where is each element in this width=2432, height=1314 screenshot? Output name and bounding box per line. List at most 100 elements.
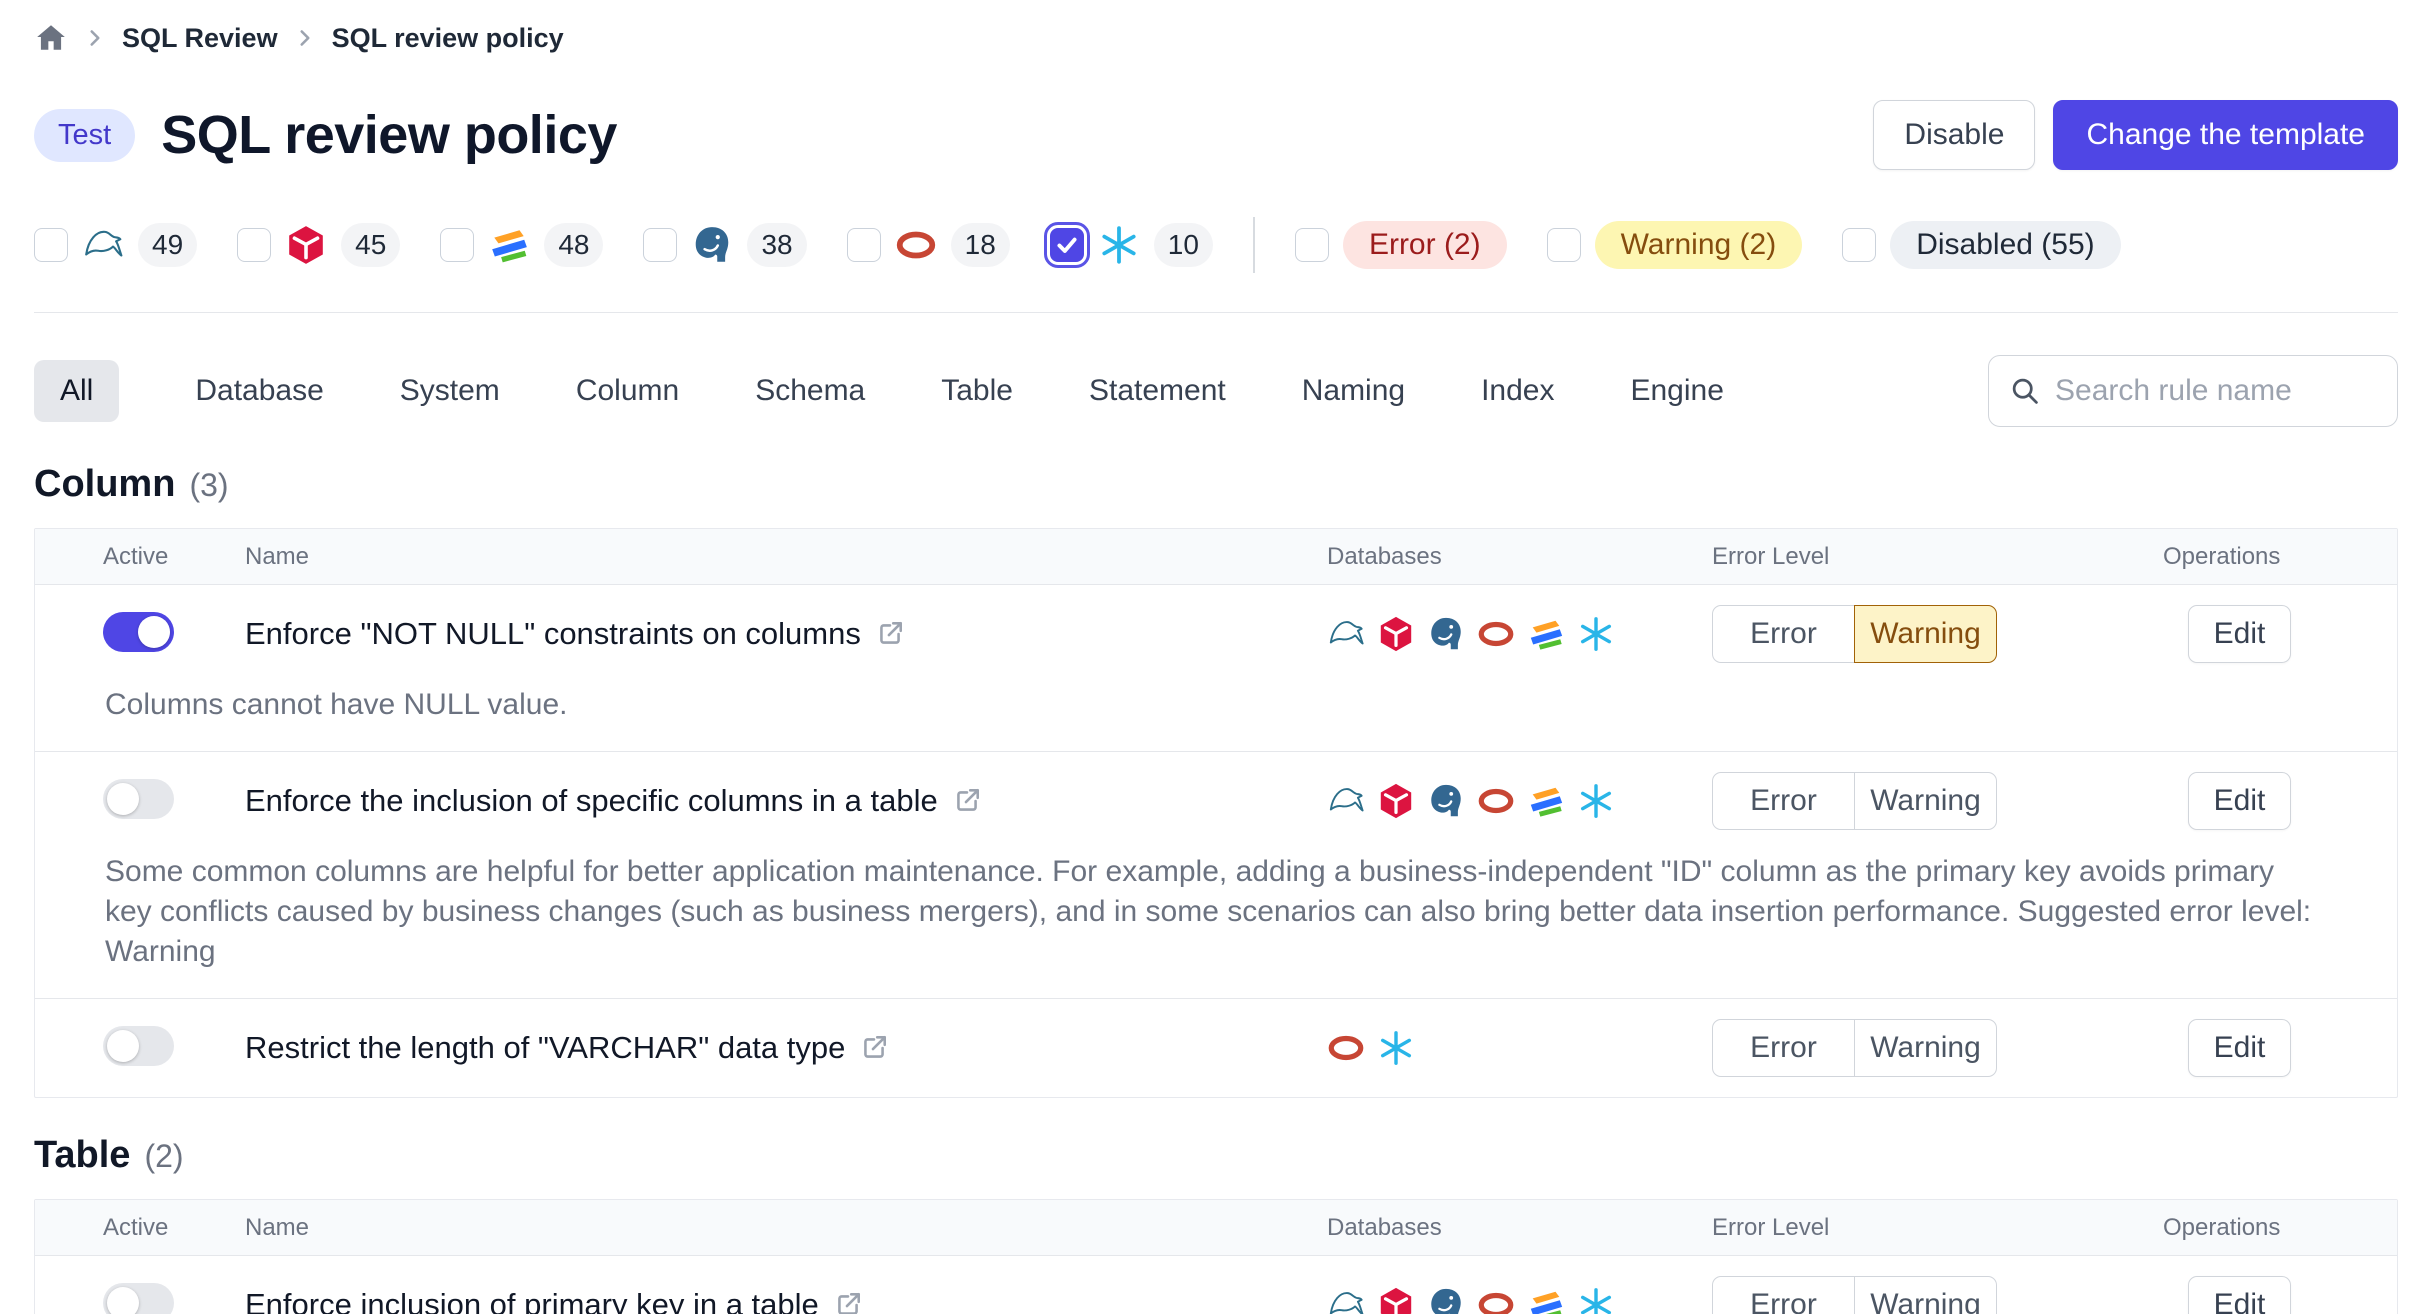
rule-active-toggle[interactable]: [103, 779, 174, 819]
tab-engine[interactable]: Engine: [1630, 360, 1723, 422]
rule-name-link[interactable]: Restrict the length of "VARCHAR" data ty…: [245, 1030, 1327, 1066]
engine-filter-tidb: 45: [237, 223, 400, 267]
snowflake-icon: [1577, 782, 1615, 820]
search-icon: [2009, 375, 2041, 407]
edit-button[interactable]: Edit: [2188, 605, 2291, 663]
postgresql-icon: [1427, 1286, 1465, 1314]
error-level-warning-button[interactable]: Warning: [1854, 1019, 1997, 1077]
mysql-checkbox[interactable]: [34, 228, 68, 262]
engine-filter-oracle: 18: [847, 223, 1010, 267]
table-row: Enforce inclusion of primary key in a ta…: [35, 1256, 2397, 1314]
breadcrumb-current-page: SQL review policy: [332, 23, 564, 54]
edit-button[interactable]: Edit: [2188, 1019, 2291, 1077]
level-filter-disabled: Disabled (55): [1842, 221, 2120, 269]
disabled-checkbox[interactable]: [1842, 228, 1876, 262]
tidb-icon: [1377, 615, 1415, 653]
snowflake-count-badge: 10: [1154, 223, 1213, 267]
oceanbase-checkbox[interactable]: [440, 228, 474, 262]
tab-database[interactable]: Database: [195, 360, 323, 422]
oceanbase-icon: [488, 224, 530, 266]
error-checkbox[interactable]: [1295, 228, 1329, 262]
category-tabs: All Database System Column Schema Table …: [34, 360, 1724, 422]
snowflake-icon: [1377, 1029, 1415, 1067]
snowflake-icon: [1577, 1286, 1615, 1314]
error-level-warning-button[interactable]: Warning: [1854, 605, 1997, 663]
tab-system[interactable]: System: [400, 360, 500, 422]
tab-index[interactable]: Index: [1481, 360, 1554, 422]
external-link-icon[interactable]: [833, 1290, 863, 1314]
section-title: Table: [34, 1134, 130, 1177]
error-level-segmented: Error Warning: [1712, 605, 2163, 663]
engine-filter-snowflake: 10: [1050, 223, 1213, 267]
tab-statement[interactable]: Statement: [1089, 360, 1226, 422]
external-link-icon[interactable]: [952, 786, 982, 816]
tab-table[interactable]: Table: [941, 360, 1013, 422]
table-row: Enforce the inclusion of specific column…: [35, 751, 2397, 998]
page-header: Test SQL review policy Disable Change th…: [34, 100, 2398, 170]
external-link-icon[interactable]: [859, 1033, 889, 1063]
section-head-column: Column (3): [34, 463, 2398, 506]
tidb-checkbox[interactable]: [237, 228, 271, 262]
error-level-segmented: Error Warning: [1712, 1276, 2163, 1314]
edit-button[interactable]: Edit: [2188, 772, 2291, 830]
error-level-warning-button[interactable]: Warning: [1854, 1276, 1997, 1314]
col-header-error-level: Error Level: [1712, 1214, 2163, 1242]
rule-active-toggle[interactable]: [103, 612, 174, 652]
rule-name-link[interactable]: Enforce the inclusion of specific column…: [245, 783, 1327, 819]
chevron-right-icon: [292, 25, 318, 51]
error-level-error-button[interactable]: Error: [1712, 1276, 1855, 1314]
error-count-badge: Error (2): [1343, 221, 1507, 269]
rule-active-toggle[interactable]: [103, 1283, 174, 1314]
tabs-row: All Database System Column Schema Table …: [34, 355, 2398, 427]
tab-all[interactable]: All: [34, 360, 119, 422]
tidb-icon: [1377, 782, 1415, 820]
mysql-icon: [1327, 615, 1365, 653]
oracle-icon: [1477, 782, 1515, 820]
change-template-button[interactable]: Change the template: [2053, 100, 2398, 170]
snowflake-checkbox[interactable]: [1050, 228, 1084, 262]
filter-divider: [1253, 217, 1255, 273]
rule-active-toggle[interactable]: [103, 1026, 174, 1066]
edit-button[interactable]: Edit: [2188, 1276, 2291, 1314]
table-header-row: Active Name Databases Error Level Operat…: [35, 1200, 2397, 1256]
mysql-icon: [82, 224, 124, 266]
error-level-warning-button[interactable]: Warning: [1854, 772, 1997, 830]
rule-databases: [1327, 1029, 1712, 1067]
breadcrumb-sql-review[interactable]: SQL Review: [122, 23, 278, 54]
error-level-error-button[interactable]: Error: [1712, 605, 1855, 663]
rule-name-link[interactable]: Enforce "NOT NULL" constraints on column…: [245, 616, 1327, 652]
tab-schema[interactable]: Schema: [755, 360, 865, 422]
oracle-checkbox[interactable]: [847, 228, 881, 262]
warning-checkbox[interactable]: [1547, 228, 1581, 262]
oceanbase-icon: [1527, 615, 1565, 653]
chevron-right-icon: [82, 25, 108, 51]
table-rules-table: Active Name Databases Error Level Operat…: [34, 1199, 2398, 1314]
col-header-operations: Operations: [2163, 543, 2397, 571]
search-box: [1988, 355, 2398, 427]
search-input[interactable]: [2055, 374, 2377, 408]
col-header-active: Active: [35, 543, 245, 571]
home-icon[interactable]: [34, 21, 68, 55]
table-header-row: Active Name Databases Error Level Operat…: [35, 529, 2397, 585]
rule-name-link[interactable]: Enforce inclusion of primary key in a ta…: [245, 1287, 1327, 1314]
engine-filter-mysql: 49: [34, 223, 197, 267]
tab-naming[interactable]: Naming: [1302, 360, 1405, 422]
section-divider: [34, 312, 2398, 313]
external-link-icon[interactable]: [875, 619, 905, 649]
error-level-error-button[interactable]: Error: [1712, 1019, 1855, 1077]
oracle-icon: [895, 224, 937, 266]
col-header-databases: Databases: [1327, 1214, 1712, 1242]
disable-button[interactable]: Disable: [1873, 100, 2035, 170]
error-level-error-button[interactable]: Error: [1712, 772, 1855, 830]
oracle-count-badge: 18: [951, 223, 1010, 267]
section-head-table: Table (2): [34, 1134, 2398, 1177]
mysql-count-badge: 49: [138, 223, 197, 267]
engine-filter-postgresql: 38: [643, 223, 806, 267]
tidb-icon: [1377, 1286, 1415, 1314]
tab-column[interactable]: Column: [576, 360, 679, 422]
disabled-count-badge: Disabled (55): [1890, 221, 2120, 269]
col-header-name: Name: [245, 1214, 1327, 1242]
postgresql-checkbox[interactable]: [643, 228, 677, 262]
level-filter-warning: Warning (2): [1547, 221, 1803, 269]
column-rules-table: Active Name Databases Error Level Operat…: [34, 528, 2398, 1098]
